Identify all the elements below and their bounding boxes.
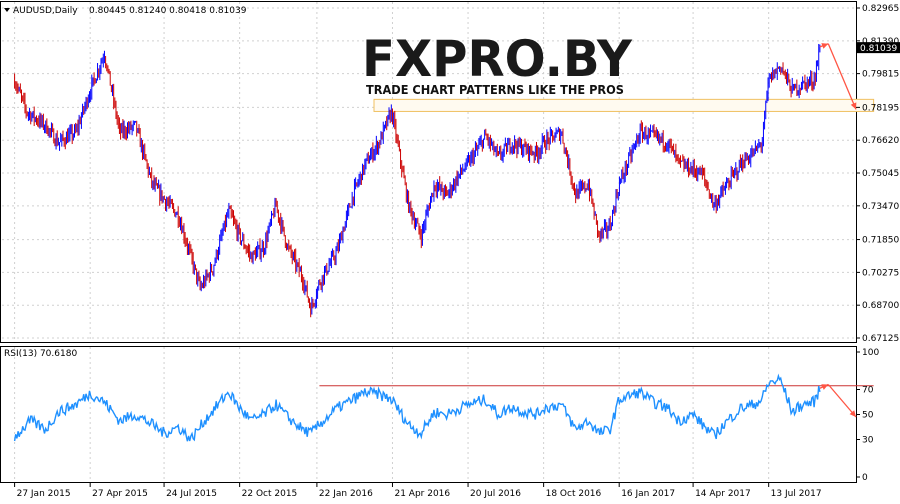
date-tick-label: 13 Jul 2017 xyxy=(771,489,822,499)
rsi-tick-label: 50 xyxy=(862,411,874,421)
symbol-header: AUDUSD,Daily 0.80445 0.81240 0.80418 0.8… xyxy=(4,6,247,16)
rsi-tick-label: 70 xyxy=(862,386,874,396)
date-tick-label: 22 Oct 2015 xyxy=(242,489,298,499)
date-tick-label: 16 Jan 2017 xyxy=(621,489,675,499)
price-tick-label: 0.70275 xyxy=(862,268,899,278)
rsi-tick-label: 0 xyxy=(862,473,868,483)
price-tick-label: 0.71850 xyxy=(862,236,899,246)
watermark-logo: FXPRO.BY TRADE CHART PATTERNS LIKE THE P… xyxy=(362,30,633,97)
resistance-zone xyxy=(373,98,875,112)
date-tick-label: 21 Apr 2016 xyxy=(394,489,450,499)
rsi-tick-label: 100 xyxy=(862,348,879,358)
price-tick-label: 0.79815 xyxy=(862,70,899,80)
forex-chart[interactable]: 0.829650.813900.798150.781950.766200.750… xyxy=(0,0,900,504)
symbol-label: AUDUSD,Daily xyxy=(13,6,78,16)
date-tick-label: 18 Oct 2016 xyxy=(546,489,602,499)
price-tick-label: 0.67125 xyxy=(862,334,899,344)
date-tick-label: 14 Apr 2017 xyxy=(695,489,751,499)
rsi-label: RSI(13) 70.6180 xyxy=(4,349,77,359)
price-tick-label: 0.76620 xyxy=(862,136,899,146)
price-tick-label: 0.73470 xyxy=(862,202,899,212)
date-tick-label: 27 Jan 2015 xyxy=(17,489,71,499)
current-price-tag: 0.81039 xyxy=(857,42,900,54)
date-tick-label: 24 Jul 2015 xyxy=(166,489,217,499)
price-tick-label: 0.82965 xyxy=(862,4,899,14)
watermark-tagline: TRADE CHART PATTERNS LIKE THE PROS xyxy=(366,82,624,97)
date-tick-label: 27 Apr 2015 xyxy=(92,489,148,499)
date-tick-label: 20 Jul 2016 xyxy=(470,489,521,499)
rsi-tick-label: 30 xyxy=(862,436,874,446)
ohlc-values: 0.80445 0.81240 0.80418 0.81039 xyxy=(89,6,247,16)
price-tick-label: 0.75045 xyxy=(862,169,899,179)
date-tick-label: 22 Jan 2016 xyxy=(319,489,373,499)
price-tick-label: 0.68700 xyxy=(862,301,899,311)
rsi-pane-frame xyxy=(0,346,857,483)
price-tick-label: 0.78195 xyxy=(862,103,899,113)
watermark-brand: FXPRO.BY xyxy=(362,30,633,88)
price-tag-label: 0.81039 xyxy=(860,44,897,54)
